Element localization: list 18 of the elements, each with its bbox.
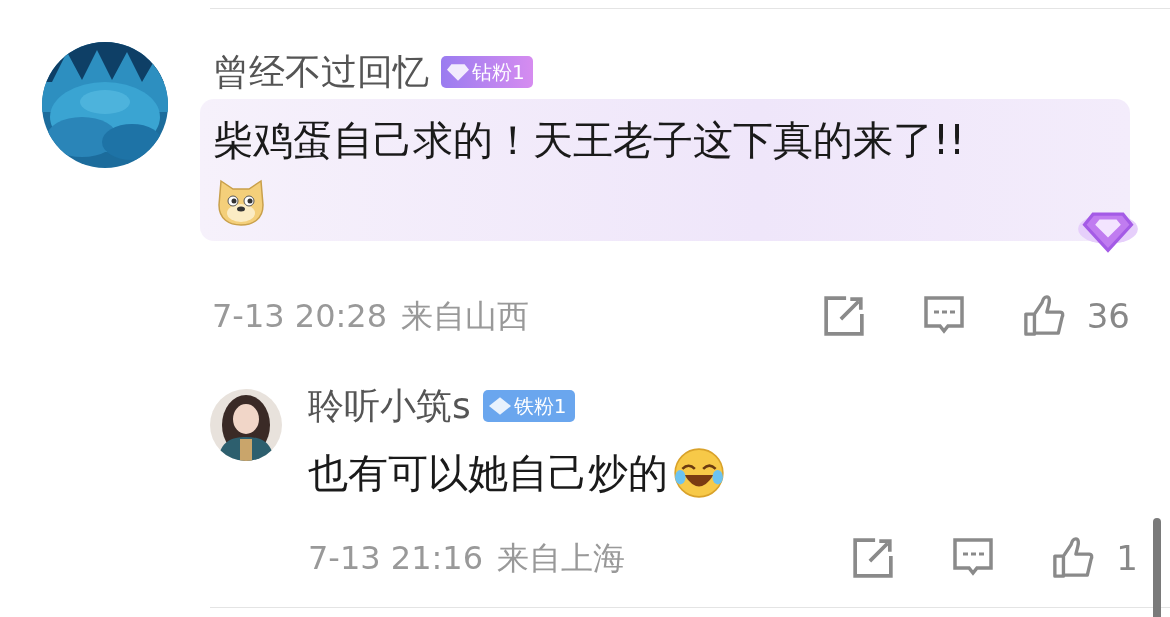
reply-text: 也有可以她自己炒的 [308,449,668,498]
like-count: 36 [1086,296,1130,336]
username[interactable]: 聆听小筑s [308,383,471,429]
fan-badge: 铁粉1 [482,390,575,422]
thumbs-up-icon[interactable] [1022,295,1065,337]
username[interactable]: 曾经不过回忆 [213,49,429,95]
share-icon[interactable] [852,537,895,579]
laughing-emoji-icon [672,446,726,500]
comment-time: 7-13 20:28 [212,296,387,336]
reply-location: 来自上海 [497,538,625,578]
like-count: 1 [1116,538,1138,578]
comment-text: 柴鸡蛋自己求的！天王老子这下真的来了!! [213,116,967,165]
fan-badge: 钻粉1 [441,56,533,88]
reply-time: 7-13 21:16 [308,538,483,578]
comment-location: 来自山西 [401,296,529,336]
thumbs-up-icon[interactable] [1052,537,1095,579]
share-icon[interactable] [822,295,865,337]
scrollbar[interactable] [1153,518,1161,617]
